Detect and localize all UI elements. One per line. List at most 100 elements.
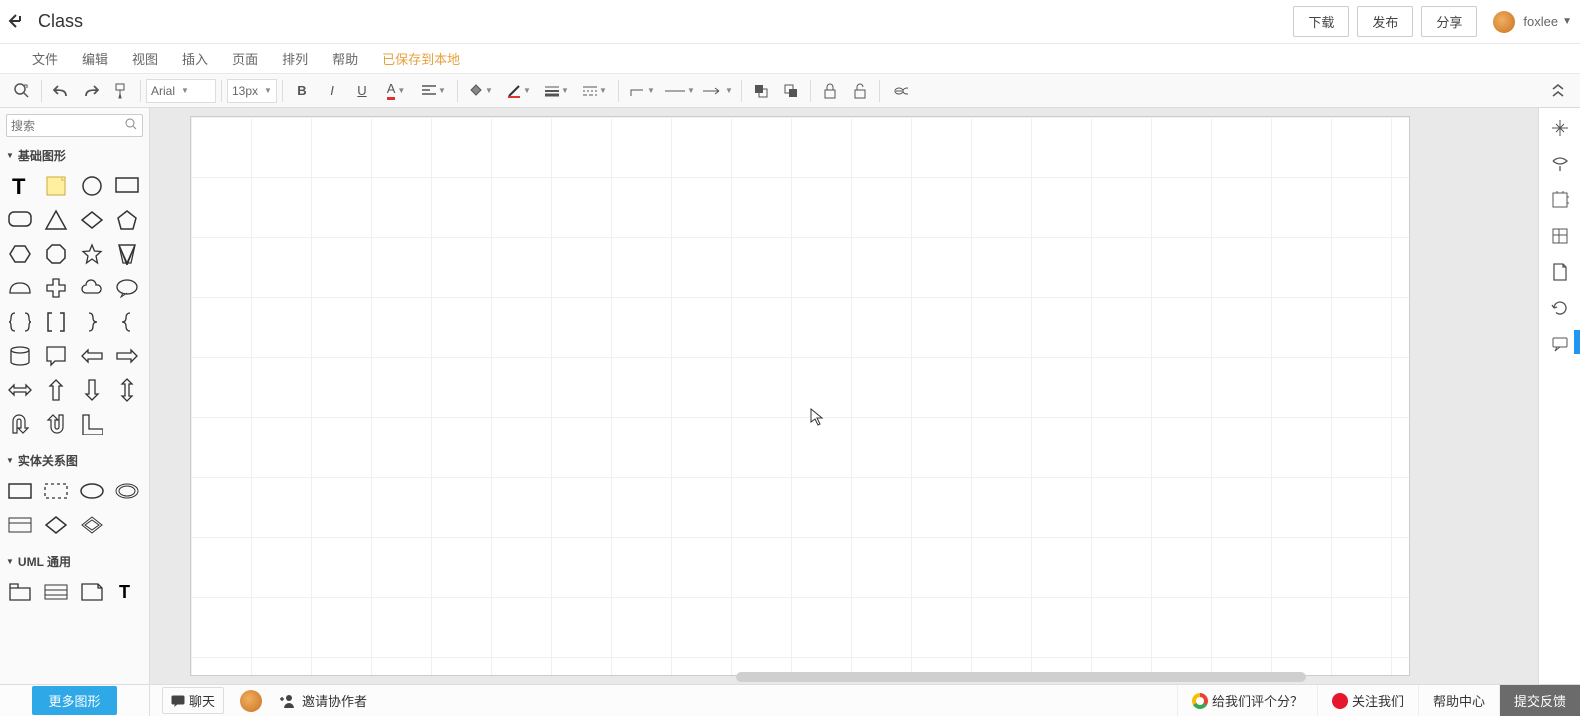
shape-text-icon[interactable]: T [4, 170, 36, 202]
fit-icon[interactable] [1546, 186, 1574, 214]
group-header-uml[interactable]: ▼UML 通用 [0, 549, 149, 574]
link-button[interactable] [885, 77, 913, 105]
erd-relationship-icon[interactable] [40, 509, 72, 541]
shape-trapezoid-icon[interactable] [4, 272, 36, 304]
page-icon[interactable] [1546, 258, 1574, 286]
erd-attribute-icon[interactable] [76, 475, 108, 507]
help-link[interactable]: 帮助中心 [1418, 685, 1499, 716]
shape-brace-right-icon[interactable] [76, 306, 108, 338]
shape-uturn-down-icon[interactable] [4, 408, 36, 440]
redo-button[interactable] [77, 77, 105, 105]
back-icon[interactable] [8, 12, 28, 32]
rate-link[interactable]: 给我们评个分？ [1177, 685, 1317, 716]
italic-button[interactable]: I [318, 77, 346, 105]
shape-note-icon[interactable] [40, 170, 72, 202]
shape-arrow-updown-icon[interactable] [111, 374, 143, 406]
fill-color-button[interactable]: ▼ [463, 77, 499, 105]
shape-cloud-icon[interactable] [76, 272, 108, 304]
unlock-button[interactable] [846, 77, 874, 105]
shape-cross-icon[interactable] [40, 272, 72, 304]
underline-button[interactable]: U [348, 77, 376, 105]
collaborator-avatar[interactable] [240, 690, 262, 712]
format-painter-button[interactable] [107, 77, 135, 105]
history-icon[interactable] [1546, 294, 1574, 322]
shape-cylinder-icon[interactable] [4, 340, 36, 372]
shape-brackets-icon[interactable] [40, 306, 72, 338]
text-color-button[interactable]: A▼ [378, 77, 414, 105]
erd-weak-entity-icon[interactable] [40, 475, 72, 507]
bold-button[interactable]: B [288, 77, 316, 105]
shape-pentagon-icon[interactable] [111, 204, 143, 236]
font-select[interactable]: Arial▼ [146, 79, 216, 103]
search-input[interactable] [11, 119, 124, 133]
feedback-button[interactable]: 提交反馈 [1499, 685, 1580, 716]
shape-corner-icon[interactable] [76, 408, 108, 440]
line-color-button[interactable]: ▼ [501, 77, 537, 105]
arrow-end-button[interactable]: ▼ [700, 77, 736, 105]
uml-class-icon[interactable] [40, 576, 72, 608]
shape-speech-icon[interactable] [111, 272, 143, 304]
grid-settings-icon[interactable] [1546, 222, 1574, 250]
line-width-button[interactable]: ▼ [539, 77, 575, 105]
arrow-start-button[interactable]: ▼ [662, 77, 698, 105]
chat-button[interactable]: 聊天 [162, 687, 224, 714]
document-title[interactable]: Class [38, 11, 83, 32]
expand-toolbar-button[interactable] [1544, 77, 1572, 105]
uml-package-icon[interactable] [4, 576, 36, 608]
shape-star-icon[interactable] [76, 238, 108, 270]
download-button[interactable]: 下载 [1293, 6, 1349, 37]
menu-file[interactable]: 文件 [32, 49, 58, 68]
invite-button[interactable]: 邀请协作者 [278, 691, 367, 710]
shape-callout-icon[interactable] [40, 340, 72, 372]
menu-edit[interactable]: 编辑 [82, 49, 108, 68]
erd-entity-icon[interactable] [4, 475, 36, 507]
shape-arrow-right-icon[interactable] [111, 340, 143, 372]
shape-braces-icon[interactable] [4, 306, 36, 338]
user-avatar[interactable] [1493, 11, 1515, 33]
shape-search-icon[interactable] [8, 77, 36, 105]
publish-button[interactable]: 发布 [1357, 6, 1413, 37]
shape-brace-left-icon[interactable] [111, 306, 143, 338]
shape-diamond-icon[interactable] [76, 204, 108, 236]
lock-button[interactable] [816, 77, 844, 105]
shape-shield-icon[interactable] [111, 238, 143, 270]
shape-triangle-icon[interactable] [40, 204, 72, 236]
shape-octagon-icon[interactable] [40, 238, 72, 270]
menu-arrange[interactable]: 排列 [282, 49, 308, 68]
scrollbar-horizontal[interactable] [736, 672, 1306, 682]
right-panel-handle[interactable] [1574, 330, 1580, 354]
comments-icon[interactable] [1546, 330, 1574, 358]
shape-arrow-left-icon[interactable] [76, 340, 108, 372]
menu-help[interactable]: 帮助 [332, 49, 358, 68]
canvas-page[interactable] [190, 116, 1410, 676]
share-button[interactable]: 分享 [1421, 6, 1477, 37]
erd-multival-icon[interactable] [111, 475, 143, 507]
connector-style-button[interactable]: ▼ [624, 77, 660, 105]
shape-arrow-both-icon[interactable] [4, 374, 36, 406]
menu-view[interactable]: 视图 [132, 49, 158, 68]
shape-circle-icon[interactable] [76, 170, 108, 202]
canvas-area[interactable] [150, 108, 1538, 684]
group-header-basic[interactable]: ▼基础图形 [0, 143, 149, 168]
shape-hexagon-icon[interactable] [4, 238, 36, 270]
menu-page[interactable]: 页面 [232, 49, 258, 68]
uml-text-icon[interactable]: T [111, 576, 143, 608]
menu-insert[interactable]: 插入 [182, 49, 208, 68]
follow-link[interactable]: 关注我们 [1317, 685, 1418, 716]
shape-uturn-up-icon[interactable] [40, 408, 72, 440]
shape-arrow-up-icon[interactable] [40, 374, 72, 406]
style-icon[interactable] [1546, 150, 1574, 178]
navigator-icon[interactable] [1546, 114, 1574, 142]
font-size-select[interactable]: 13px▼ [227, 79, 277, 103]
line-style-button[interactable]: ▼ [577, 77, 613, 105]
shape-rect-icon[interactable] [111, 170, 143, 202]
shape-roundrect-icon[interactable] [4, 204, 36, 236]
undo-button[interactable] [47, 77, 75, 105]
erd-weak-rel-icon[interactable] [76, 509, 108, 541]
erd-table-icon[interactable] [4, 509, 36, 541]
search-icon[interactable] [124, 117, 138, 134]
bring-front-button[interactable] [747, 77, 775, 105]
send-back-button[interactable] [777, 77, 805, 105]
uml-note-icon[interactable] [76, 576, 108, 608]
username-dropdown[interactable]: foxlee ▼ [1523, 14, 1572, 29]
